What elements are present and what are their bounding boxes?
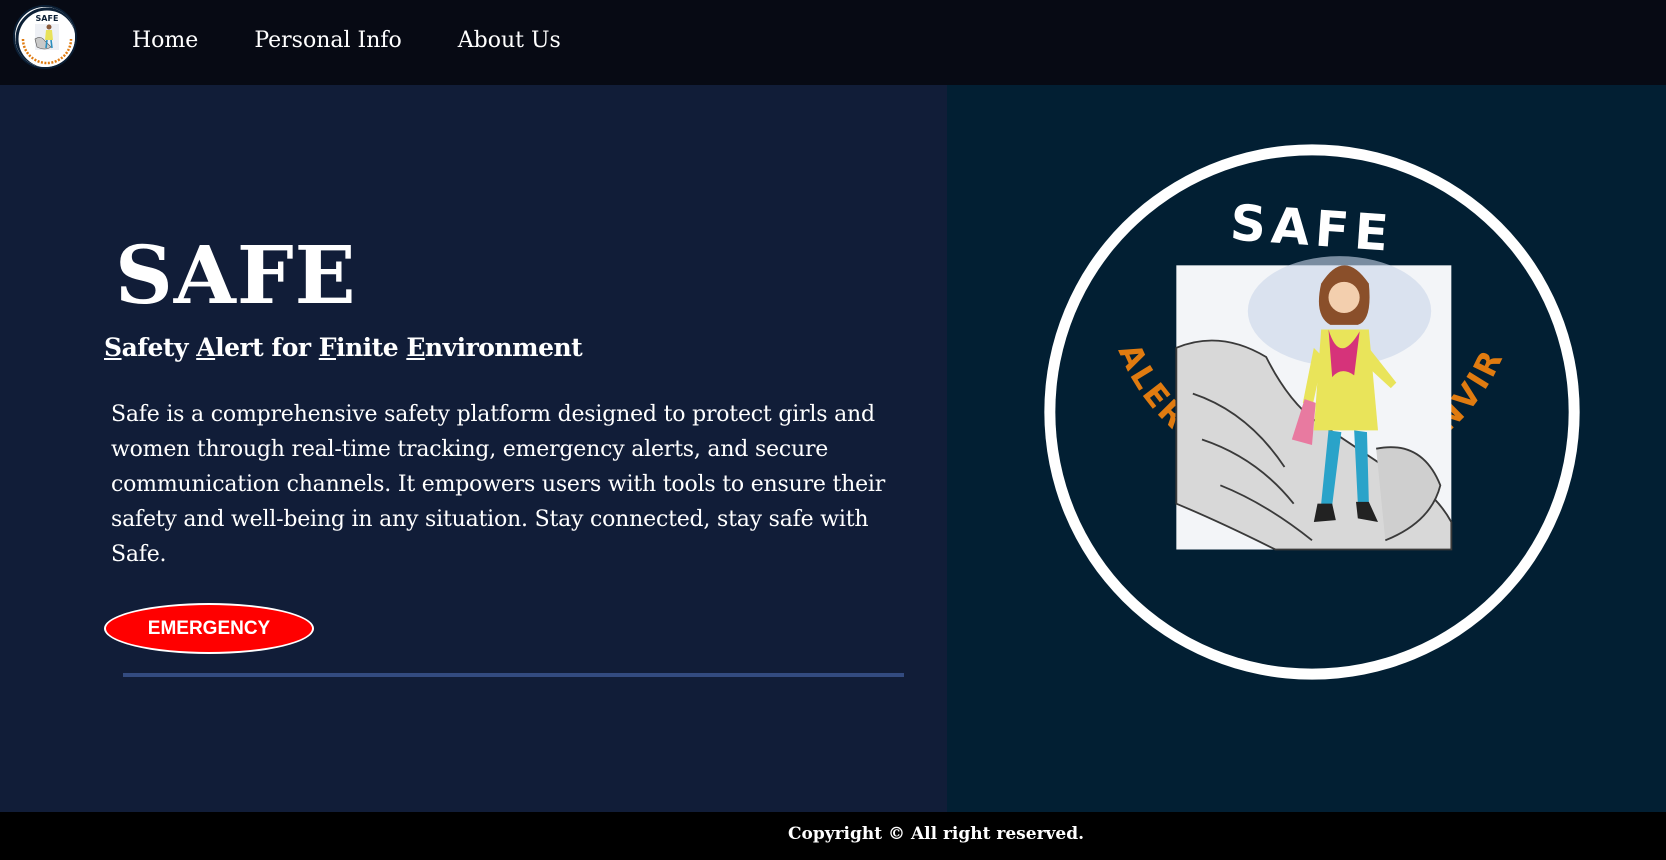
- divider: [123, 673, 904, 677]
- emergency-button[interactable]: EMERGENCY: [104, 603, 314, 654]
- hero-title: SAFE: [115, 228, 357, 322]
- subtitle-initial-e: E: [406, 333, 425, 362]
- subtitle-word-1: afety: [121, 333, 197, 362]
- subtitle-initial-a: A: [196, 333, 216, 362]
- subtitle-word-2: lert for: [215, 333, 319, 362]
- hero-subtitle: Safety Alert for Finite Environment: [104, 331, 583, 365]
- nav-personal-info-link[interactable]: Personal Info: [254, 28, 401, 53]
- subtitle-initial-s: S: [104, 333, 122, 362]
- subtitle-word-4: nvironment: [424, 333, 583, 362]
- footer: Copyright © All right reserved.: [0, 812, 1666, 860]
- safe-emblem: SAFE SAFETY ALERT FOR FINITE ENVIRONMENT: [1020, 109, 1587, 687]
- svg-text:SAFE: SAFE: [36, 14, 59, 23]
- nav-links: Home Personal Info About Us: [120, 0, 605, 80]
- emblem-top-text: SAFE: [1228, 194, 1395, 263]
- subtitle-initial-f: F: [318, 333, 337, 362]
- hero-left-panel: SAFE Safety Alert for Finite Environment…: [0, 85, 947, 812]
- nav-home-link[interactable]: Home: [132, 28, 198, 53]
- hero-description: Safe is a comprehensive safety platform …: [111, 402, 886, 567]
- hero-right-panel: SAFE SAFETY ALERT FOR FINITE ENVIRONMENT: [947, 85, 1666, 812]
- subtitle-word-3: inite: [336, 333, 407, 362]
- emblem-svg: SAFE SAFETY ALERT FOR FINITE ENVIRONMENT: [1020, 109, 1580, 680]
- navbar: SAFE Home Personal Info About Us: [0, 0, 1666, 85]
- nav-about-us-link[interactable]: About Us: [458, 28, 561, 53]
- emblem-illustration: [1175, 256, 1453, 551]
- logo-icon[interactable]: SAFE: [13, 5, 77, 69]
- footer-copyright: Copyright © All right reserved.: [787, 824, 1085, 844]
